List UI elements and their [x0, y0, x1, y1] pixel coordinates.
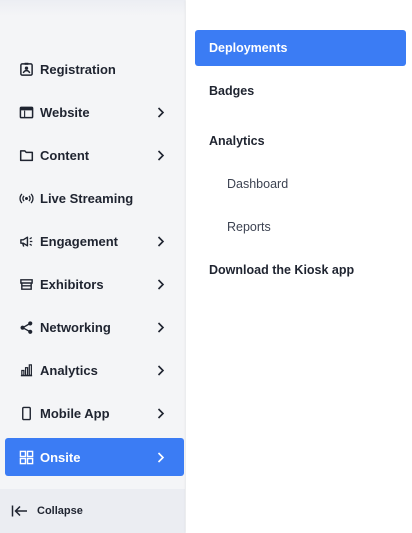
browser-window-icon [18, 104, 34, 120]
submenu-item-dashboard[interactable]: Dashboard [195, 166, 406, 202]
sidebar-item-onsite[interactable]: Onsite [5, 438, 184, 476]
chevron-right-icon [156, 451, 166, 463]
sidebar-item-exhibitors[interactable]: Exhibitors [5, 265, 184, 303]
broadcast-icon [18, 190, 34, 206]
chevron-right-icon [156, 278, 166, 290]
chevron-right-icon [156, 407, 166, 419]
submenu-item-badges[interactable]: Badges [195, 73, 406, 109]
folder-icon [18, 147, 34, 163]
sidebar-item-content[interactable]: Content [5, 136, 184, 174]
grid-icon [18, 449, 34, 465]
chevron-right-icon [156, 106, 166, 118]
submenu-item-deployments[interactable]: Deployments [195, 30, 406, 66]
collapse-button[interactable]: Collapse [0, 489, 185, 533]
sidebar-item-label: Analytics [40, 362, 98, 378]
sidebar-item-label: Content [40, 147, 90, 163]
chevron-right-icon [156, 364, 166, 376]
sidebar-item-website[interactable]: Website [5, 93, 184, 131]
megaphone-icon [18, 233, 34, 249]
sidebar-item-label: Registration [40, 61, 116, 77]
submenu-item-download-kiosk[interactable]: Download the Kiosk app [195, 252, 406, 288]
sidebar-item-label: Networking [40, 319, 111, 335]
onsite-submenu: Deployments Badges Analytics Dashboard R… [186, 0, 412, 533]
share-nodes-icon [18, 319, 34, 335]
sidebar-item-registration[interactable]: Registration [5, 50, 184, 88]
id-badge-icon [18, 61, 34, 77]
collapse-arrow-icon [11, 504, 29, 518]
sidebar-item-label: Engagement [40, 233, 119, 249]
collapse-label: Collapse [37, 505, 83, 517]
sidebar-item-engagement[interactable]: Engagement [5, 222, 184, 260]
sidebar-item-label: Exhibitors [40, 276, 104, 292]
mobile-phone-icon [18, 405, 34, 421]
sidebar-item-analytics[interactable]: Analytics [5, 351, 184, 389]
submenu-item-reports[interactable]: Reports [195, 209, 406, 245]
submenu-group-analytics[interactable]: Analytics [195, 123, 406, 159]
chevron-right-icon [156, 149, 166, 161]
sidebar-item-mobile-app[interactable]: Mobile App [5, 394, 184, 432]
booth-icon [18, 276, 34, 292]
sidebar-item-label: Mobile App [40, 405, 110, 421]
sidebar: Registration Website Content Live Stream… [0, 0, 185, 533]
sidebar-item-label: Live Streaming [40, 190, 134, 206]
chevron-right-icon [156, 235, 166, 247]
sidebar-item-networking[interactable]: Networking [5, 308, 184, 346]
bar-chart-icon [18, 362, 34, 378]
sidebar-item-label: Website [40, 104, 90, 120]
sidebar-item-live-streaming[interactable]: Live Streaming [5, 179, 184, 217]
chevron-right-icon [156, 321, 166, 333]
sidebar-item-label: Onsite [40, 449, 81, 465]
